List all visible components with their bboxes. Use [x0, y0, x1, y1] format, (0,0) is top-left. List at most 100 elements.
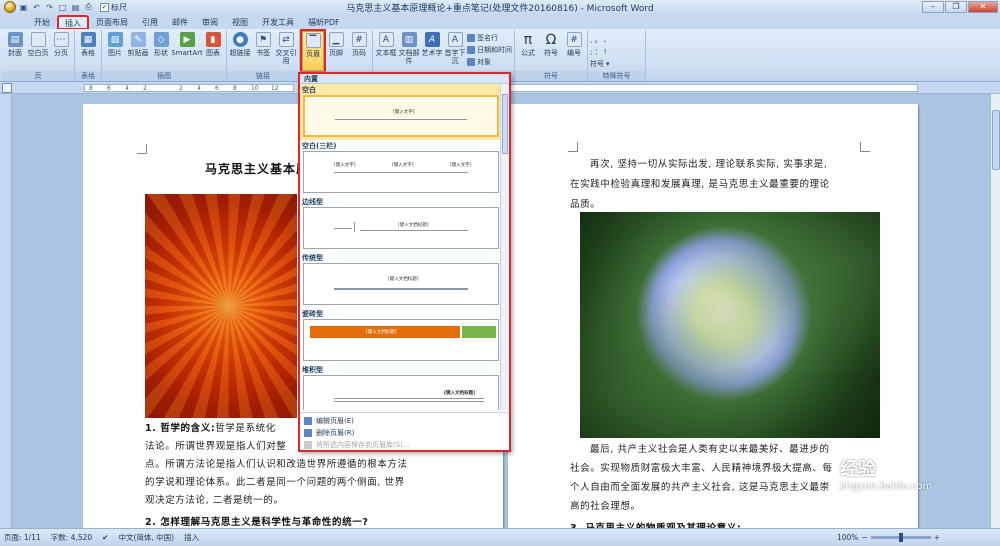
header-option-blank[interactable]: 空白 [键入文字] — [300, 84, 502, 140]
signature-line-button[interactable]: 签名行 — [467, 33, 512, 43]
tab-home[interactable]: 开始 — [28, 16, 56, 29]
symbol-button[interactable]: Ω 符号 — [540, 31, 562, 71]
tab-foxit-pdf[interactable]: 福昕PDF — [302, 16, 346, 29]
page-number-button[interactable]: # 页码 — [348, 31, 370, 71]
header-option-traditional[interactable]: 传统型 [键入文档标题] — [300, 252, 502, 308]
tab-references[interactable]: 引用 — [136, 16, 164, 29]
insert-mode[interactable]: 插入 — [184, 532, 199, 543]
header-option-sideline[interactable]: 边线型 [键入文档标题] — [300, 196, 502, 252]
blank-page-icon — [30, 32, 46, 47]
remove-header-icon — [304, 429, 312, 437]
footer-button[interactable]: ▁ 页脚 — [325, 31, 347, 71]
numbering-button[interactable]: # 编号 — [563, 31, 585, 71]
preview-line — [334, 401, 484, 402]
zoom-level[interactable]: 100% — [837, 533, 858, 542]
tab-review[interactable]: 审阅 — [196, 16, 224, 29]
vertical-scrollbar[interactable] — [990, 94, 1000, 528]
preview-text: [键入文档标题] — [444, 391, 476, 396]
horizontal-ruler[interactable]: 8 6 4 2 2 4 6 8 10 12 — [84, 84, 294, 92]
object-button[interactable]: 对象 — [467, 57, 512, 67]
chrysanthemum-image[interactable] — [145, 194, 297, 418]
page-break-button[interactable]: ⋯ 分页 — [50, 31, 72, 71]
special-symbol-dropdown[interactable]: 符号 ▾ — [590, 59, 611, 69]
office-button[interactable] — [4, 1, 16, 13]
cross-reference-button[interactable]: ⇄ 交叉引用 — [275, 31, 297, 71]
ruler-toggle[interactable]: ✓ 标尺 — [100, 2, 127, 13]
header-option-blank-three[interactable]: 空白(三栏) [键入文字] [键入文字] [键入文字] — [300, 140, 502, 196]
save-to-gallery-item[interactable]: 将所选内容保存到页眉库(S)... — [300, 439, 509, 451]
horizontal-ruler-right[interactable] — [508, 84, 918, 92]
option-title: 瓷砖型 — [302, 310, 323, 318]
hydrangea-image[interactable] — [580, 212, 880, 438]
maximize-button[interactable]: ❐ — [945, 1, 967, 13]
bookmark-button[interactable]: ⚑ 书签 — [252, 31, 274, 71]
text-box-button[interactable]: A 文本框 — [375, 31, 397, 71]
remove-header-item[interactable]: 删除页眉(R) — [300, 427, 509, 439]
smartart-button[interactable]: ▶ SmartArt — [171, 31, 203, 71]
vertical-ruler[interactable] — [0, 94, 12, 528]
tab-view[interactable]: 视图 — [226, 16, 254, 29]
header-gallery-list: 空白 [键入文字] 空白(三栏) [键入文字] [键入文字] [键入文字] 边线… — [300, 84, 502, 410]
special-symbol-row[interactable]: ; ： ! — [590, 47, 611, 57]
gallery-scroll-thumb[interactable] — [502, 94, 508, 154]
equation-button[interactable]: π 公式 — [517, 31, 539, 71]
open-icon[interactable]: ▤ — [70, 2, 81, 13]
save-icon[interactable]: ▣ — [18, 2, 29, 13]
tab-selector[interactable] — [2, 83, 12, 93]
language-indicator[interactable]: 中文(简体, 中国) — [118, 532, 174, 543]
redo-icon[interactable]: ↷ — [44, 2, 55, 13]
title-bar: ▣ ↶ ↷ □ ▤ ⎙ ✓ 标尺 马克思主义基本原理概论+重点笔记(处理文件20… — [0, 0, 1000, 14]
zoom-in-icon[interactable]: + — [934, 533, 940, 542]
paragraph-line: 1. 哲学的含义:哲学是系统化 — [145, 420, 276, 438]
scrollbar-thumb[interactable] — [992, 110, 1000, 170]
signature-icon — [467, 34, 475, 42]
print-icon[interactable]: ⎙ — [83, 2, 94, 13]
tab-mailings[interactable]: 邮件 — [166, 16, 194, 29]
button-label: 表格 — [81, 49, 95, 57]
edit-header-item[interactable]: 编辑页眉(E) — [300, 415, 509, 427]
quick-parts-button[interactable]: ▥ 文档部件 — [398, 31, 420, 71]
text-small-buttons: 签名行 日期和时间 对象 — [467, 31, 512, 71]
ruler-toggle-label: 标尺 — [111, 2, 127, 12]
zoom-slider[interactable] — [870, 533, 931, 542]
status-bar: 页面: 1/11 字数: 4,520 ✔ 中文(简体, 中国) 插入 100% … — [0, 528, 1000, 546]
button-label: 首字下沉 — [444, 49, 466, 65]
table-button[interactable]: ▦ 表格 — [77, 31, 99, 71]
blank-page-button[interactable]: 空白页 — [27, 31, 49, 71]
header-button[interactable]: ▔ 页眉 — [300, 29, 326, 73]
header-option-stacked[interactable]: 堆积型 [键入文档标题] — [300, 364, 502, 410]
special-symbols-grid: , 。 、 ; ： ! 符号 ▾ — [590, 31, 611, 71]
drop-cap-button[interactable]: A 首字下沉 — [444, 31, 466, 71]
group-label: 表格 — [75, 71, 101, 81]
line-text: 哲学是系统化 — [215, 423, 276, 434]
proofing-icon[interactable]: ✔ — [102, 533, 108, 542]
special-symbol-row[interactable]: , 。 、 — [590, 35, 611, 45]
picture-button[interactable]: ▨ 图片 — [104, 31, 126, 71]
new-doc-icon[interactable]: □ — [57, 2, 68, 13]
minimize-button[interactable]: – — [922, 1, 944, 13]
hyperlink-button[interactable]: ● 超链接 — [229, 31, 251, 71]
checkbox-icon[interactable]: ✓ — [100, 2, 109, 12]
gallery-scrollbar[interactable] — [500, 84, 509, 410]
chart-button[interactable]: ▮ 图表 — [202, 31, 224, 71]
tab-developer[interactable]: 开发工具 — [256, 16, 300, 29]
tab-insert[interactable]: 插入 — [57, 15, 89, 30]
cover-page-button[interactable]: ▤ 封面 — [4, 31, 26, 71]
group-symbols: π 公式 Ω 符号 # 编号 符号 — [515, 30, 588, 81]
shapes-button[interactable]: ◇ 形状 — [150, 31, 172, 71]
page-count[interactable]: 页面: 1/11 — [4, 532, 41, 543]
header-option-tiles[interactable]: 瓷砖型 [键入文档标题] — [300, 308, 502, 364]
date-time-button[interactable]: 日期和时间 — [467, 45, 512, 55]
omega-icon: Ω — [545, 31, 557, 48]
tab-page-layout[interactable]: 页面布局 — [90, 16, 134, 29]
group-label: 特殊符号 — [588, 71, 645, 81]
ruler-tick: 4 — [197, 85, 201, 92]
word-count[interactable]: 字数: 4,520 — [51, 532, 92, 543]
picture-icon: ▨ — [107, 32, 123, 47]
clip-art-button[interactable]: ✎ 剪贴画 — [127, 31, 149, 71]
undo-icon[interactable]: ↶ — [31, 2, 42, 13]
wordart-button[interactable]: A 艺术字 — [421, 31, 443, 71]
drop-cap-icon: A — [447, 32, 463, 47]
zoom-out-icon[interactable]: − — [861, 533, 867, 542]
close-button[interactable]: ✕ — [968, 1, 998, 13]
